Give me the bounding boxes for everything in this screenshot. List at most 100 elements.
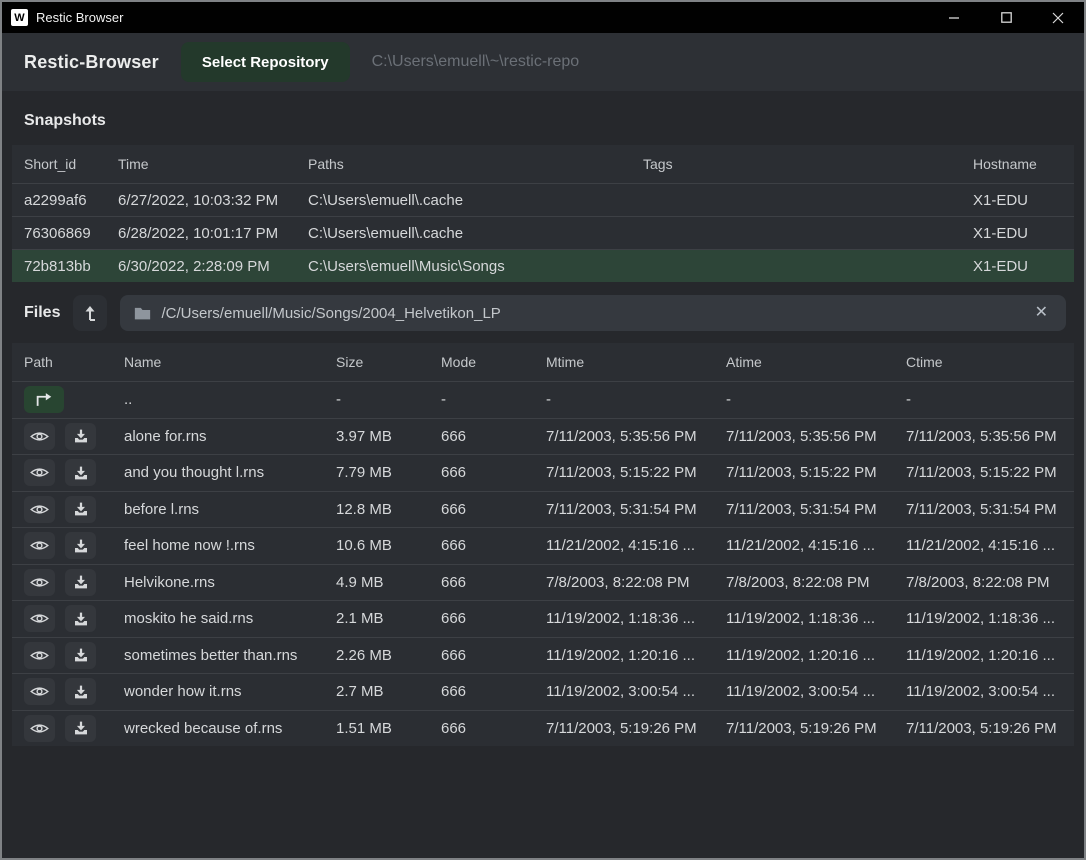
up-level-icon bbox=[34, 392, 54, 407]
row-actions bbox=[24, 496, 124, 523]
file-mode: 666 bbox=[441, 610, 546, 627]
files-table-body: ..-----alone for.rns3.97 MB6667/11/2003,… bbox=[12, 381, 1074, 746]
file-size: - bbox=[336, 391, 441, 408]
row-actions bbox=[24, 715, 124, 742]
parent-dir-row: ..----- bbox=[12, 381, 1074, 418]
go-up-button[interactable] bbox=[73, 295, 107, 331]
column-header-atime: Atime bbox=[726, 354, 906, 370]
download-icon bbox=[73, 428, 89, 444]
file-mode: 666 bbox=[441, 501, 546, 518]
column-header-time: Time bbox=[118, 156, 308, 172]
maximize-button[interactable] bbox=[980, 2, 1032, 33]
breadcrumb-path: /C/Users/emuell/Music/Songs/2004_Helveti… bbox=[161, 305, 1020, 322]
eye-icon bbox=[30, 575, 49, 590]
empty-area bbox=[2, 746, 1084, 858]
file-size: 2.26 MB bbox=[336, 647, 441, 664]
file-size: 10.6 MB bbox=[336, 537, 441, 554]
select-repository-button[interactable]: Select Repository bbox=[181, 42, 350, 82]
file-name: sometimes better than.rns bbox=[124, 647, 336, 664]
row-actions bbox=[24, 423, 124, 450]
restore-file-button[interactable] bbox=[65, 678, 96, 705]
file-mtime: 7/11/2003, 5:15:22 PM bbox=[546, 464, 726, 481]
file-atime: 7/11/2003, 5:31:54 PM bbox=[726, 501, 906, 518]
titlebar: W Restic Browser bbox=[2, 2, 1084, 33]
column-header-path: Path bbox=[24, 354, 124, 370]
column-header-paths: Paths bbox=[308, 156, 643, 172]
snapshot-row[interactable]: a2299af66/27/2022, 10:03:32 PMC:\Users\e… bbox=[12, 183, 1074, 216]
row-actions bbox=[24, 605, 124, 632]
file-mode: 666 bbox=[441, 647, 546, 664]
preview-file-button[interactable] bbox=[24, 459, 55, 486]
file-mode: 666 bbox=[441, 537, 546, 554]
restore-file-button[interactable] bbox=[65, 715, 96, 742]
file-atime: 11/19/2002, 3:00:54 ... bbox=[726, 683, 906, 700]
preview-file-button[interactable] bbox=[24, 642, 55, 669]
file-name: alone for.rns bbox=[124, 428, 336, 445]
column-header-mtime: Mtime bbox=[546, 354, 726, 370]
snapshots-table: Short_idTimePathsTagsHostname a2299af66/… bbox=[12, 145, 1074, 282]
app-header: Restic-Browser Select Repository C:\User… bbox=[2, 33, 1084, 91]
file-size: 12.8 MB bbox=[336, 501, 441, 518]
snapshot-hostname: X1-EDU bbox=[973, 192, 1074, 209]
wails-app-icon: W bbox=[11, 9, 28, 26]
restore-file-button[interactable] bbox=[65, 605, 96, 632]
restore-file-button[interactable] bbox=[65, 642, 96, 669]
restore-file-button[interactable] bbox=[65, 496, 96, 523]
download-icon bbox=[73, 574, 89, 590]
file-row: and you thought l.rns7.79 MB6667/11/2003… bbox=[12, 454, 1074, 491]
snapshot-row[interactable]: 72b813bb6/30/2022, 2:28:09 PMC:\Users\em… bbox=[12, 249, 1074, 282]
file-row: wrecked because of.rns1.51 MB6667/11/200… bbox=[12, 710, 1074, 747]
preview-file-button[interactable] bbox=[24, 605, 55, 632]
file-atime: 11/21/2002, 4:15:16 ... bbox=[726, 537, 906, 554]
file-ctime: 7/11/2003, 5:19:26 PM bbox=[906, 720, 1074, 737]
file-atime: 11/19/2002, 1:20:16 ... bbox=[726, 647, 906, 664]
restore-file-button[interactable] bbox=[65, 459, 96, 486]
snapshot-hostname: X1-EDU bbox=[973, 225, 1074, 242]
restore-file-button[interactable] bbox=[65, 532, 96, 559]
file-mode: 666 bbox=[441, 720, 546, 737]
column-header-size: Size bbox=[336, 354, 441, 370]
files-table: PathNameSizeModeMtimeAtimeCtime ..-----a… bbox=[12, 343, 1074, 746]
file-ctime: 11/19/2002, 1:20:16 ... bbox=[906, 647, 1074, 664]
snapshot-row[interactable]: 763068696/28/2022, 10:01:17 PMC:\Users\e… bbox=[12, 216, 1074, 249]
preview-file-button[interactable] bbox=[24, 532, 55, 559]
file-mode: 666 bbox=[441, 574, 546, 591]
file-row: before l.rns12.8 MB666 7/11/2003, 5:31:54… bbox=[12, 491, 1074, 528]
row-actions bbox=[24, 459, 124, 486]
restic-browser-window: W Restic Browser Restic-Browser Select R… bbox=[0, 0, 1086, 860]
files-bar: Files /C/Users/emuell/Music/Songs/2004_H… bbox=[2, 282, 1084, 331]
close-button[interactable] bbox=[1032, 2, 1084, 33]
download-icon bbox=[73, 501, 89, 517]
preview-file-button[interactable] bbox=[24, 715, 55, 742]
preview-file-button[interactable] bbox=[24, 678, 55, 705]
open-parent-dir-button[interactable] bbox=[24, 386, 64, 413]
restore-file-button[interactable] bbox=[65, 569, 96, 596]
preview-file-button[interactable] bbox=[24, 496, 55, 523]
repository-path: C:\Users\emuell\~\restic-repo bbox=[372, 53, 580, 71]
file-name: Helvikone.rns bbox=[124, 574, 336, 591]
file-mtime: 11/21/2002, 4:15:16 ... bbox=[546, 537, 726, 554]
files-heading: Files bbox=[24, 304, 60, 322]
file-size: 1.51 MB bbox=[336, 720, 441, 737]
file-row: wonder how it.rns2.7 MB66611/19/2002, 3:… bbox=[12, 673, 1074, 710]
file-mtime: 7/11/2003, 5:35:56 PM bbox=[546, 428, 726, 445]
file-row: alone for.rns3.97 MB6667/11/2003, 5:35:5… bbox=[12, 418, 1074, 455]
window-controls bbox=[928, 2, 1084, 33]
column-header-mode: Mode bbox=[441, 354, 546, 370]
breadcrumb-close-button[interactable]: ✕ bbox=[1031, 303, 1052, 323]
preview-file-button[interactable] bbox=[24, 423, 55, 450]
snapshot-time: 6/27/2022, 10:03:32 PM bbox=[118, 192, 308, 209]
folder-icon bbox=[134, 306, 151, 320]
minimize-button[interactable] bbox=[928, 2, 980, 33]
preview-file-button[interactable] bbox=[24, 569, 55, 596]
snapshots-table-body: a2299af66/27/2022, 10:03:32 PMC:\Users\e… bbox=[12, 183, 1074, 282]
file-ctime: - bbox=[906, 391, 1074, 408]
file-mtime: 7/8/2003, 8:22:08 PM bbox=[546, 574, 726, 591]
row-actions bbox=[24, 532, 124, 559]
column-header-short_id: Short_id bbox=[24, 156, 118, 172]
restore-file-button[interactable] bbox=[65, 423, 96, 450]
row-actions bbox=[24, 569, 124, 596]
file-name: before l.rns bbox=[124, 501, 336, 518]
file-mtime: - bbox=[546, 391, 726, 408]
files-table-header: PathNameSizeModeMtimeAtimeCtime bbox=[12, 343, 1074, 381]
